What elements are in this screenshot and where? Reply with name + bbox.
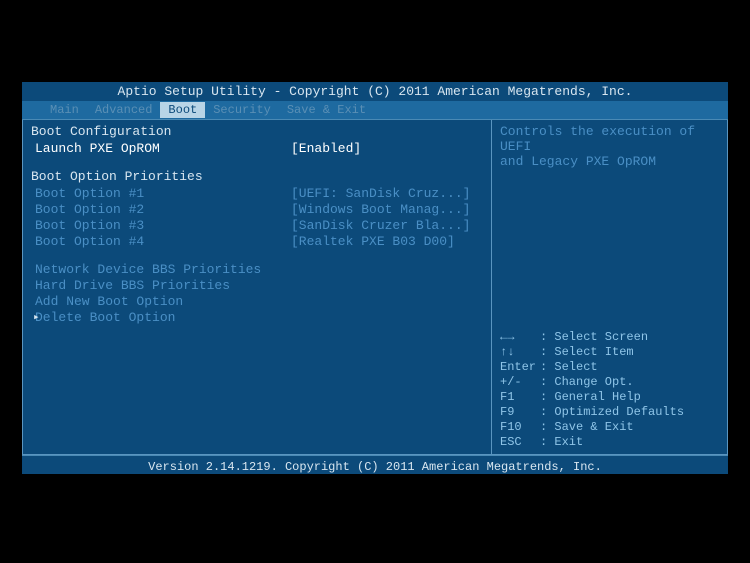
heading-boot-priorities: Boot Option Priorities — [31, 169, 483, 184]
option-label: Boot Option #4 — [31, 234, 291, 250]
network-bbs-priorities[interactable]: Network Device BBS Priorities — [31, 262, 483, 278]
tab-security[interactable]: Security — [205, 102, 279, 118]
key-optimized-defaults: F9: Optimized Defaults — [500, 405, 719, 420]
option-value: [SanDisk Cruzer Bla...] — [291, 218, 470, 234]
key-exit: ESC: Exit — [500, 435, 719, 450]
option-label: Boot Option #2 — [31, 202, 291, 218]
option-label: Network Device BBS Priorities — [31, 262, 291, 278]
tab-advanced[interactable]: Advanced — [87, 102, 161, 118]
settings-pane: Boot Configuration Launch PXE OpROM [Ena… — [22, 120, 492, 455]
hard-drive-bbs-priorities[interactable]: Hard Drive BBS Priorities — [31, 278, 483, 294]
add-new-boot-option[interactable]: Add New Boot Option — [31, 294, 483, 310]
option-label: Add New Boot Option — [31, 294, 291, 310]
delete-boot-option[interactable]: ▸ Delete Boot Option — [31, 310, 483, 326]
option-label: Boot Option #1 — [31, 186, 291, 202]
option-value: [Realtek PXE B03 D00] — [291, 234, 455, 250]
key-select: Enter: Select — [500, 360, 719, 375]
bios-footer: Version 2.14.1219. Copyright (C) 2011 Am… — [22, 455, 728, 478]
option-value: [Enabled] — [291, 141, 361, 157]
tab-main[interactable]: Main — [42, 102, 87, 118]
option-label: Launch PXE OpROM — [31, 141, 291, 157]
boot-option-2[interactable]: Boot Option #2 [Windows Boot Manag...] — [31, 202, 483, 218]
boot-option-3[interactable]: Boot Option #3 [SanDisk Cruzer Bla...] — [31, 218, 483, 234]
option-label: Boot Option #3 — [31, 218, 291, 234]
key-select-screen: ←→: Select Screen — [500, 330, 719, 345]
help-line: Controls the execution of UEFI — [500, 124, 719, 154]
key-legend: ←→: Select Screen ↑↓: Select Item Enter:… — [500, 330, 719, 450]
heading-boot-config: Boot Configuration — [31, 124, 483, 139]
help-pane: Controls the execution of UEFI and Legac… — [492, 120, 728, 455]
cursor-icon: ▸ — [33, 310, 40, 326]
option-value: [UEFI: SanDisk Cruz...] — [291, 186, 470, 202]
tab-save-exit[interactable]: Save & Exit — [279, 102, 374, 118]
key-general-help: F1: General Help — [500, 390, 719, 405]
key-save-exit: F10: Save & Exit — [500, 420, 719, 435]
boot-option-1[interactable]: Boot Option #1 [UEFI: SanDisk Cruz...] — [31, 186, 483, 202]
help-line: and Legacy PXE OpROM — [500, 154, 719, 169]
option-label: Delete Boot Option — [31, 310, 291, 326]
option-launch-pxe-oprom[interactable]: Launch PXE OpROM [Enabled] — [31, 141, 483, 157]
option-label: Hard Drive BBS Priorities — [31, 278, 291, 294]
context-help: Controls the execution of UEFI and Legac… — [500, 124, 719, 169]
tab-boot[interactable]: Boot — [160, 102, 205, 118]
boot-option-4[interactable]: Boot Option #4 [Realtek PXE B03 D00] — [31, 234, 483, 250]
bios-title: Aptio Setup Utility - Copyright (C) 2011… — [22, 82, 728, 101]
menu-tabs: Main Advanced Boot Security Save & Exit — [22, 101, 728, 119]
key-change-opt: +/-: Change Opt. — [500, 375, 719, 390]
option-value: [Windows Boot Manag...] — [291, 202, 470, 218]
key-select-item: ↑↓: Select Item — [500, 345, 719, 360]
